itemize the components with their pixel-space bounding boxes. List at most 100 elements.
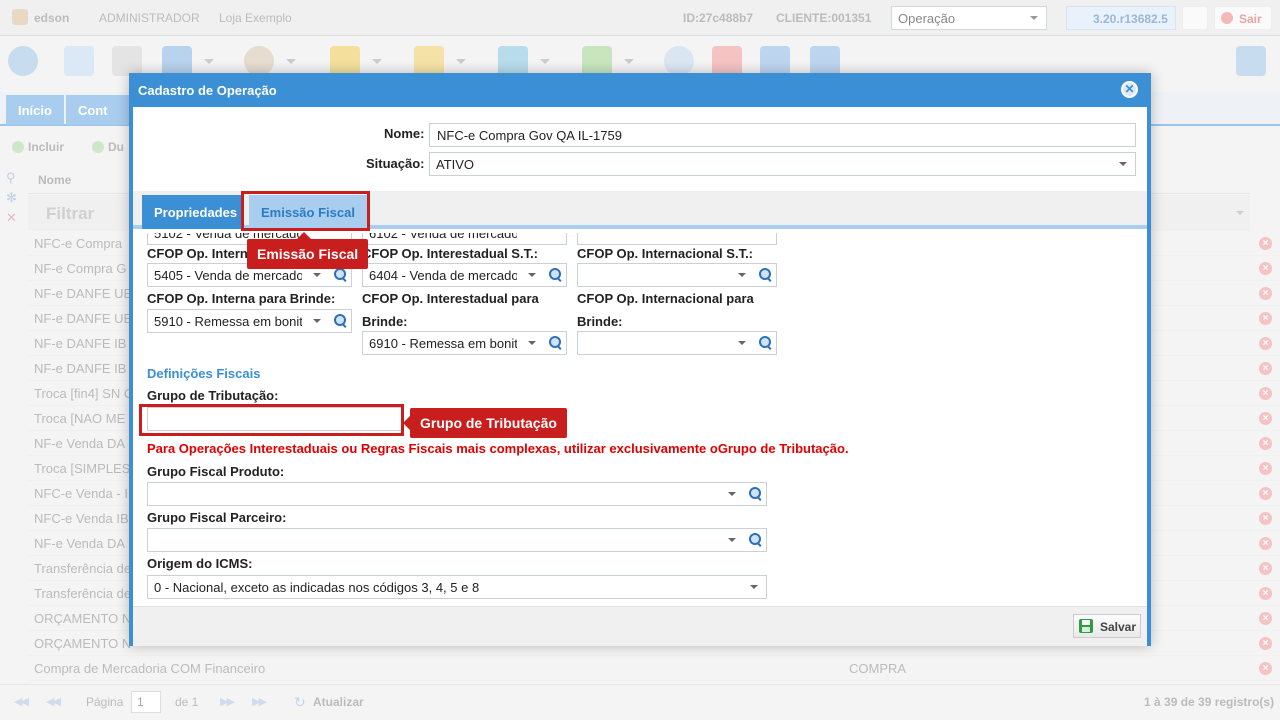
gear-icon[interactable] (162, 46, 192, 76)
cfop-interestadual-st-label: CFOP Op. Interestadual S.T.: (362, 246, 539, 261)
delete-row-icon[interactable]: × (1259, 262, 1272, 275)
pin-button[interactable] (1182, 6, 1208, 30)
search-icon[interactable] (549, 268, 561, 280)
tab-propriedades[interactable]: Propriedades (142, 195, 244, 229)
refresh-button[interactable]: Atualizar (313, 695, 364, 709)
tab-cont[interactable]: Cont (66, 95, 136, 125)
duplicate-button[interactable]: Du (88, 137, 130, 157)
search-icon[interactable] (749, 487, 761, 499)
chevron-down-icon[interactable] (528, 273, 536, 281)
chevron-down-icon[interactable] (738, 341, 746, 349)
delete-row-icon[interactable]: × (1259, 662, 1272, 675)
cfop-internacional-st-combo[interactable] (577, 263, 777, 287)
table-row[interactable]: Compra de Mercadoria COM Financeiro COMPR… (28, 656, 1280, 681)
search-icon[interactable] (334, 314, 346, 326)
grupo-fiscal-parceiro-label: Grupo Fiscal Parceiro: (147, 510, 287, 525)
search-icon[interactable] (334, 268, 346, 280)
refresh-icon[interactable]: ↻ (294, 694, 306, 711)
row-name: NFC-e Venda - I (34, 486, 128, 501)
emissao-fiscal-highlight (241, 191, 370, 231)
chevron-down-icon[interactable] (528, 341, 536, 349)
delete-row-icon[interactable]: × (1259, 587, 1272, 600)
chevron-down-icon[interactable] (198, 46, 220, 76)
search-icon[interactable]: ⚲ (6, 170, 20, 185)
delete-row-icon[interactable]: × (1259, 562, 1272, 575)
chevron-down-icon[interactable] (1236, 211, 1244, 219)
row-name: Troca [SIMPLES (34, 461, 131, 476)
box-icon[interactable] (414, 46, 444, 76)
last-page-icon[interactable]: ▶▶ (252, 695, 267, 708)
row-name: NFC-e Venda IB (34, 511, 129, 526)
operation-select[interactable]: Operação (891, 6, 1047, 30)
delete-row-icon[interactable]: × (1259, 612, 1272, 625)
search-icon[interactable] (749, 533, 761, 545)
search-icon[interactable] (759, 336, 771, 348)
next-page-icon[interactable]: ▶▶ (220, 695, 235, 708)
delete-row-icon[interactable]: × (1259, 387, 1272, 400)
package-icon[interactable] (582, 46, 612, 76)
cfop-interestadual-st-combo[interactable]: 6404 - Venda de mercado (362, 263, 567, 287)
document-icon[interactable] (760, 46, 790, 76)
delete-row-icon[interactable]: × (1259, 237, 1272, 250)
chevron-down-icon[interactable] (534, 46, 556, 76)
chevron-down-icon[interactable] (280, 46, 302, 76)
delete-row-icon[interactable]: × (1259, 412, 1272, 425)
logout-button[interactable]: Sair (1214, 6, 1272, 30)
delete-row-icon[interactable]: × (1259, 312, 1272, 325)
chevron-down-icon[interactable] (728, 492, 736, 500)
save-button[interactable]: Salvar (1073, 614, 1141, 638)
chevron-down-icon[interactable] (313, 273, 321, 281)
chevron-down-icon[interactable] (728, 538, 736, 546)
delete-row-icon[interactable]: × (1259, 512, 1272, 525)
cfop-internacional-brinde-combo[interactable] (577, 331, 777, 355)
chart-icon[interactable] (330, 46, 360, 76)
prev-page-icon[interactable]: ◀◀ (46, 695, 61, 708)
dialog-footer: Salvar (133, 606, 1147, 646)
include-button[interactable]: Incluir (8, 137, 70, 157)
google-icon[interactable] (664, 46, 694, 76)
cfop-internacional-combo[interactable] (577, 233, 777, 245)
chevron-down-icon[interactable] (366, 46, 388, 76)
chat-icon[interactable] (1236, 46, 1266, 76)
situacao-select[interactable]: ATIVO (429, 152, 1136, 176)
cfop-interna-brinde-combo[interactable]: 5910 - Remessa em bonit (147, 309, 352, 333)
delete-row-icon[interactable]: × (1259, 287, 1272, 300)
gear-icon[interactable]: ✻ (6, 190, 20, 205)
delete-row-icon[interactable]: × (1259, 637, 1272, 650)
chevron-down-icon[interactable] (450, 46, 472, 76)
store-icon[interactable] (64, 46, 94, 76)
row-name: NF-e DANFE IB (34, 361, 127, 376)
globe-icon[interactable] (8, 46, 38, 76)
cfop-interestadual-brinde-combo[interactable]: 6910 - Remessa em bonit (362, 331, 567, 355)
chevron-down-icon[interactable] (313, 319, 321, 327)
grupo-fiscal-parceiro-combo[interactable] (147, 528, 767, 552)
people-icon[interactable] (244, 46, 274, 76)
row-name: NF-e DANFE UE (34, 286, 133, 301)
search-icon[interactable] (549, 336, 561, 348)
column-header-nome[interactable]: Nome (38, 173, 71, 187)
origem-icms-select[interactable]: 0 - Nacional, exceto as indicadas nos có… (147, 575, 767, 599)
delete-row-icon[interactable]: × (1259, 462, 1272, 475)
cart-icon[interactable] (498, 46, 528, 76)
delete-row-icon[interactable]: × (1259, 362, 1272, 375)
barcode-icon[interactable] (112, 46, 142, 76)
filter-input[interactable]: Filtrar (46, 204, 94, 224)
chevron-down-icon[interactable] (618, 46, 640, 76)
chevron-down-icon[interactable] (738, 273, 746, 281)
row-name: Transferência de (34, 561, 132, 576)
delete-row-icon[interactable]: × (1259, 487, 1272, 500)
close-icon[interactable]: ✕ (1121, 81, 1138, 98)
cfop-interestadual-combo[interactable]: 6102 - Venda de mercado (362, 233, 567, 245)
document-icon[interactable] (810, 46, 840, 76)
delete-row-icon[interactable]: × (1259, 537, 1272, 550)
nome-input[interactable] (429, 123, 1136, 147)
page-input[interactable]: 1 (131, 691, 161, 713)
health-icon[interactable] (712, 46, 742, 76)
delete-row-icon[interactable]: × (1259, 437, 1272, 450)
close-icon[interactable]: ✕ (6, 210, 20, 225)
first-page-icon[interactable]: ◀◀ (14, 695, 29, 708)
delete-row-icon[interactable]: × (1259, 337, 1272, 350)
search-icon[interactable] (759, 268, 771, 280)
tab-inicio[interactable]: Início (6, 95, 64, 125)
grupo-fiscal-produto-combo[interactable] (147, 482, 767, 506)
